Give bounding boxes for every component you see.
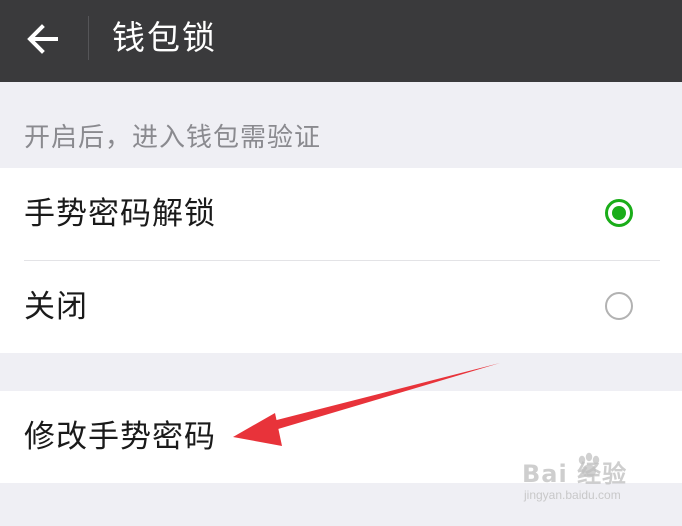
back-button[interactable]	[14, 12, 72, 66]
watermark-url: jingyan.baidu.com	[524, 488, 621, 502]
baidu-jingyan-watermark: Bai 经验 jingyan.baidu.com	[500, 452, 670, 520]
modify-gesture-password-label: 修改手势密码	[24, 419, 216, 455]
arrow-left-icon	[27, 24, 58, 54]
radio-selected-icon[interactable]	[605, 199, 633, 227]
wallet-lock-caption: 开启后，进入钱包需验证	[24, 123, 322, 153]
option-row-off[interactable]: 关闭	[0, 261, 682, 353]
lock-options-group: 手势密码解锁 关闭	[0, 168, 682, 353]
option-label-gesture-unlock: 手势密码解锁	[24, 196, 216, 232]
option-row-gesture-unlock[interactable]: 手势密码解锁	[0, 168, 682, 261]
page-title: 钱包锁	[112, 18, 217, 57]
watermark-brand: Bai 经验	[522, 460, 628, 488]
header-divider	[88, 16, 89, 60]
top-navigation-bar: 钱包锁	[0, 0, 682, 82]
radio-unselected-icon[interactable]	[605, 292, 633, 320]
option-label-off: 关闭	[24, 289, 88, 325]
